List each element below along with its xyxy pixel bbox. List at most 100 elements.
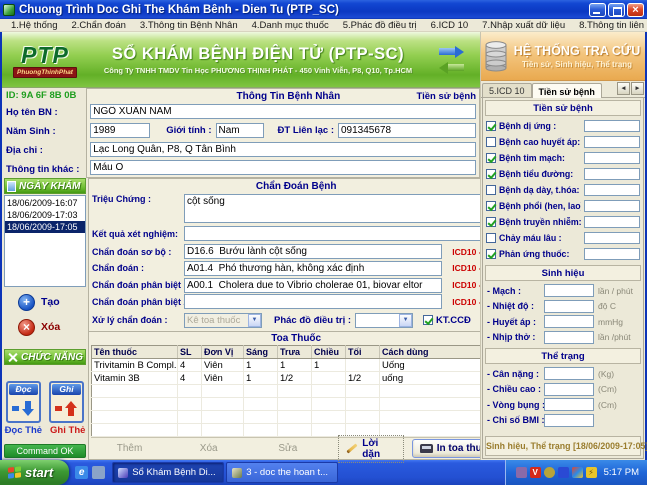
body-input[interactable] xyxy=(544,383,594,396)
checkbox[interactable] xyxy=(486,249,496,259)
checkbox[interactable] xyxy=(486,169,496,179)
tray-icon-2[interactable] xyxy=(544,467,555,478)
checkbox[interactable] xyxy=(486,121,496,131)
diagnosis-action-select[interactable]: Kê toa thuốc ▼ xyxy=(184,313,262,328)
body-label: - Chiều cao : xyxy=(487,384,544,394)
dropdown-arrow-icon: ▼ xyxy=(399,314,412,327)
body-input[interactable] xyxy=(544,367,594,380)
edit-medicine-button[interactable]: Sửa xyxy=(259,443,316,454)
visit-date-list[interactable]: 18/06/2009-16:07 18/06/2009-17:03 18/06/… xyxy=(4,195,86,287)
tab-scroll-right-icon[interactable]: ► xyxy=(631,82,644,95)
tray-icon-3[interactable] xyxy=(558,467,569,478)
history-link[interactable]: Tiền sử bệnh xyxy=(417,91,477,102)
vital-input[interactable] xyxy=(544,300,594,313)
vital-input[interactable] xyxy=(544,315,594,328)
vital-input[interactable] xyxy=(544,331,594,344)
taskbar-task-1[interactable]: Sổ Khám Bệnh Di... xyxy=(112,462,224,483)
symptom-textarea[interactable]: cột sống xyxy=(185,195,486,222)
desktop-icon[interactable] xyxy=(92,466,105,479)
body-input[interactable] xyxy=(544,414,594,427)
checkbox[interactable] xyxy=(486,233,496,243)
body-row: - Chỉ số BMI : xyxy=(485,413,641,429)
history-input[interactable] xyxy=(584,184,640,196)
menu-nhap-xuat-du-lieu[interactable]: 7.Nhập xuất dữ liệu xyxy=(475,20,572,31)
regimen-label: Phác đồ điều trị : xyxy=(274,315,351,326)
app-header: PTP PhuongThinhPhat SỔ KHÁM BỆNH ĐIỆN TỬ… xyxy=(2,32,480,88)
patient-name-input[interactable] xyxy=(90,104,476,119)
regimen-select[interactable]: ▼ xyxy=(355,313,413,328)
history-input[interactable] xyxy=(584,168,640,180)
address-input[interactable] xyxy=(90,142,476,157)
prelim-diagnosis-input[interactable] xyxy=(184,244,442,259)
table-row[interactable]: Vitamin 3B4 Viên1 1/2 1/2uống xyxy=(91,372,500,385)
menu-he-thong[interactable]: 1.Hệ thống xyxy=(4,20,64,31)
menu-danh-muc-thuoc[interactable]: 4.Danh mục thuốc xyxy=(245,20,336,31)
body-input[interactable] xyxy=(544,398,594,411)
menu-thong-tin-lien-he[interactable]: 8.Thông tin liên hệ xyxy=(572,20,647,31)
table-row[interactable]: Trivitamin B Compl...4 Viên1 11 Uống xyxy=(91,359,500,372)
browser-icon[interactable]: e xyxy=(75,466,88,479)
history-input[interactable] xyxy=(584,216,640,228)
advice-button[interactable]: Lời dặn xyxy=(338,435,403,463)
taskbar-task-2[interactable]: 3 - doc the hoan t... xyxy=(226,462,338,483)
menu-chan-doan[interactable]: 2.Chẩn đoán xyxy=(64,20,132,31)
checkbox[interactable] xyxy=(486,201,496,211)
medicine-table[interactable]: Tên thuốcSL Đơn VịSáng TrưaChiều TốiCách… xyxy=(91,345,501,437)
read-card-label[interactable]: Đọc Thẻ xyxy=(5,425,42,436)
diff-diagnosis1-input[interactable] xyxy=(184,278,442,293)
tray-icon-4[interactable] xyxy=(572,467,583,478)
history-row: Bệnh tiểu đường: xyxy=(485,166,641,182)
history-input[interactable] xyxy=(584,152,640,164)
visit-date-item[interactable]: 18/06/2009-16:07 xyxy=(5,197,85,209)
checkbox[interactable] xyxy=(486,217,496,227)
body-unit: (Cm) xyxy=(598,384,617,394)
taskbar-clock[interactable]: 5:17 PM xyxy=(604,467,639,478)
address-label: Địa chỉ : xyxy=(6,141,86,160)
checkbox[interactable] xyxy=(486,137,496,147)
tab-scroll-left-icon[interactable]: ◄ xyxy=(617,82,630,95)
checkbox[interactable] xyxy=(486,153,496,163)
history-input[interactable] xyxy=(584,120,640,132)
database-icon xyxy=(484,40,508,72)
add-medicine-button[interactable]: Thêm xyxy=(101,443,158,454)
visit-date-item[interactable]: 18/06/2009-17:05 xyxy=(5,221,85,233)
delete-medicine-button[interactable]: Xóa xyxy=(180,443,237,454)
close-button[interactable]: × xyxy=(627,3,644,17)
write-card-label[interactable]: Ghi Thẻ xyxy=(50,425,85,436)
tab-icd10[interactable]: 5.ICD 10 xyxy=(482,83,532,97)
menu-icd10[interactable]: 6.ICD 10 xyxy=(424,20,476,31)
diff-diagnosis2-input[interactable] xyxy=(184,294,442,309)
vital-unit: mmHg xyxy=(598,317,623,327)
history-input[interactable] xyxy=(584,232,640,244)
menu-thong-tin-benh-nhan[interactable]: 3.Thông tin Bệnh Nhân xyxy=(133,20,245,31)
vital-unit: lần / phút xyxy=(598,286,633,296)
minimize-button[interactable] xyxy=(589,3,606,17)
history-input[interactable] xyxy=(584,248,640,260)
history-input[interactable] xyxy=(584,200,640,212)
create-visit-button[interactable]: + Tạo xyxy=(18,292,86,312)
start-button[interactable]: start xyxy=(0,460,69,485)
tab-tien-su-benh[interactable]: Tiền sử bệnh xyxy=(532,83,602,98)
restore-button[interactable] xyxy=(608,3,625,17)
birth-year-input[interactable] xyxy=(90,123,150,138)
tray-icon-1[interactable] xyxy=(516,467,527,478)
vital-row: - Nhịp thở : lần /phút xyxy=(485,330,641,346)
phone-input[interactable] xyxy=(338,123,476,138)
antivirus-icon[interactable]: V xyxy=(530,467,541,478)
visit-date-item[interactable]: 18/06/2009-17:03 xyxy=(5,209,85,221)
write-card-button[interactable]: Ghi xyxy=(49,381,84,423)
vital-input[interactable] xyxy=(544,284,594,297)
lightning-icon[interactable]: ⚡ xyxy=(586,467,597,478)
transfer-arrows xyxy=(428,45,480,74)
gender-input[interactable] xyxy=(216,123,264,138)
other-info-input[interactable] xyxy=(90,160,476,175)
main-diagnosis-input[interactable] xyxy=(184,261,442,276)
menu-phac-do-dieu-tri[interactable]: 5.Phác đồ điều trị xyxy=(336,20,424,31)
read-card-button[interactable]: Đọc xyxy=(6,381,41,423)
test-result-input[interactable] xyxy=(184,226,500,241)
ktccd-checkbox[interactable] xyxy=(423,315,433,325)
delete-visit-button[interactable]: × Xóa xyxy=(18,317,86,337)
checkbox[interactable] xyxy=(486,185,496,195)
medicine-table-header[interactable]: Tên thuốcSL Đơn VịSáng TrưaChiều TốiCách… xyxy=(91,346,500,359)
history-input[interactable] xyxy=(584,136,640,148)
